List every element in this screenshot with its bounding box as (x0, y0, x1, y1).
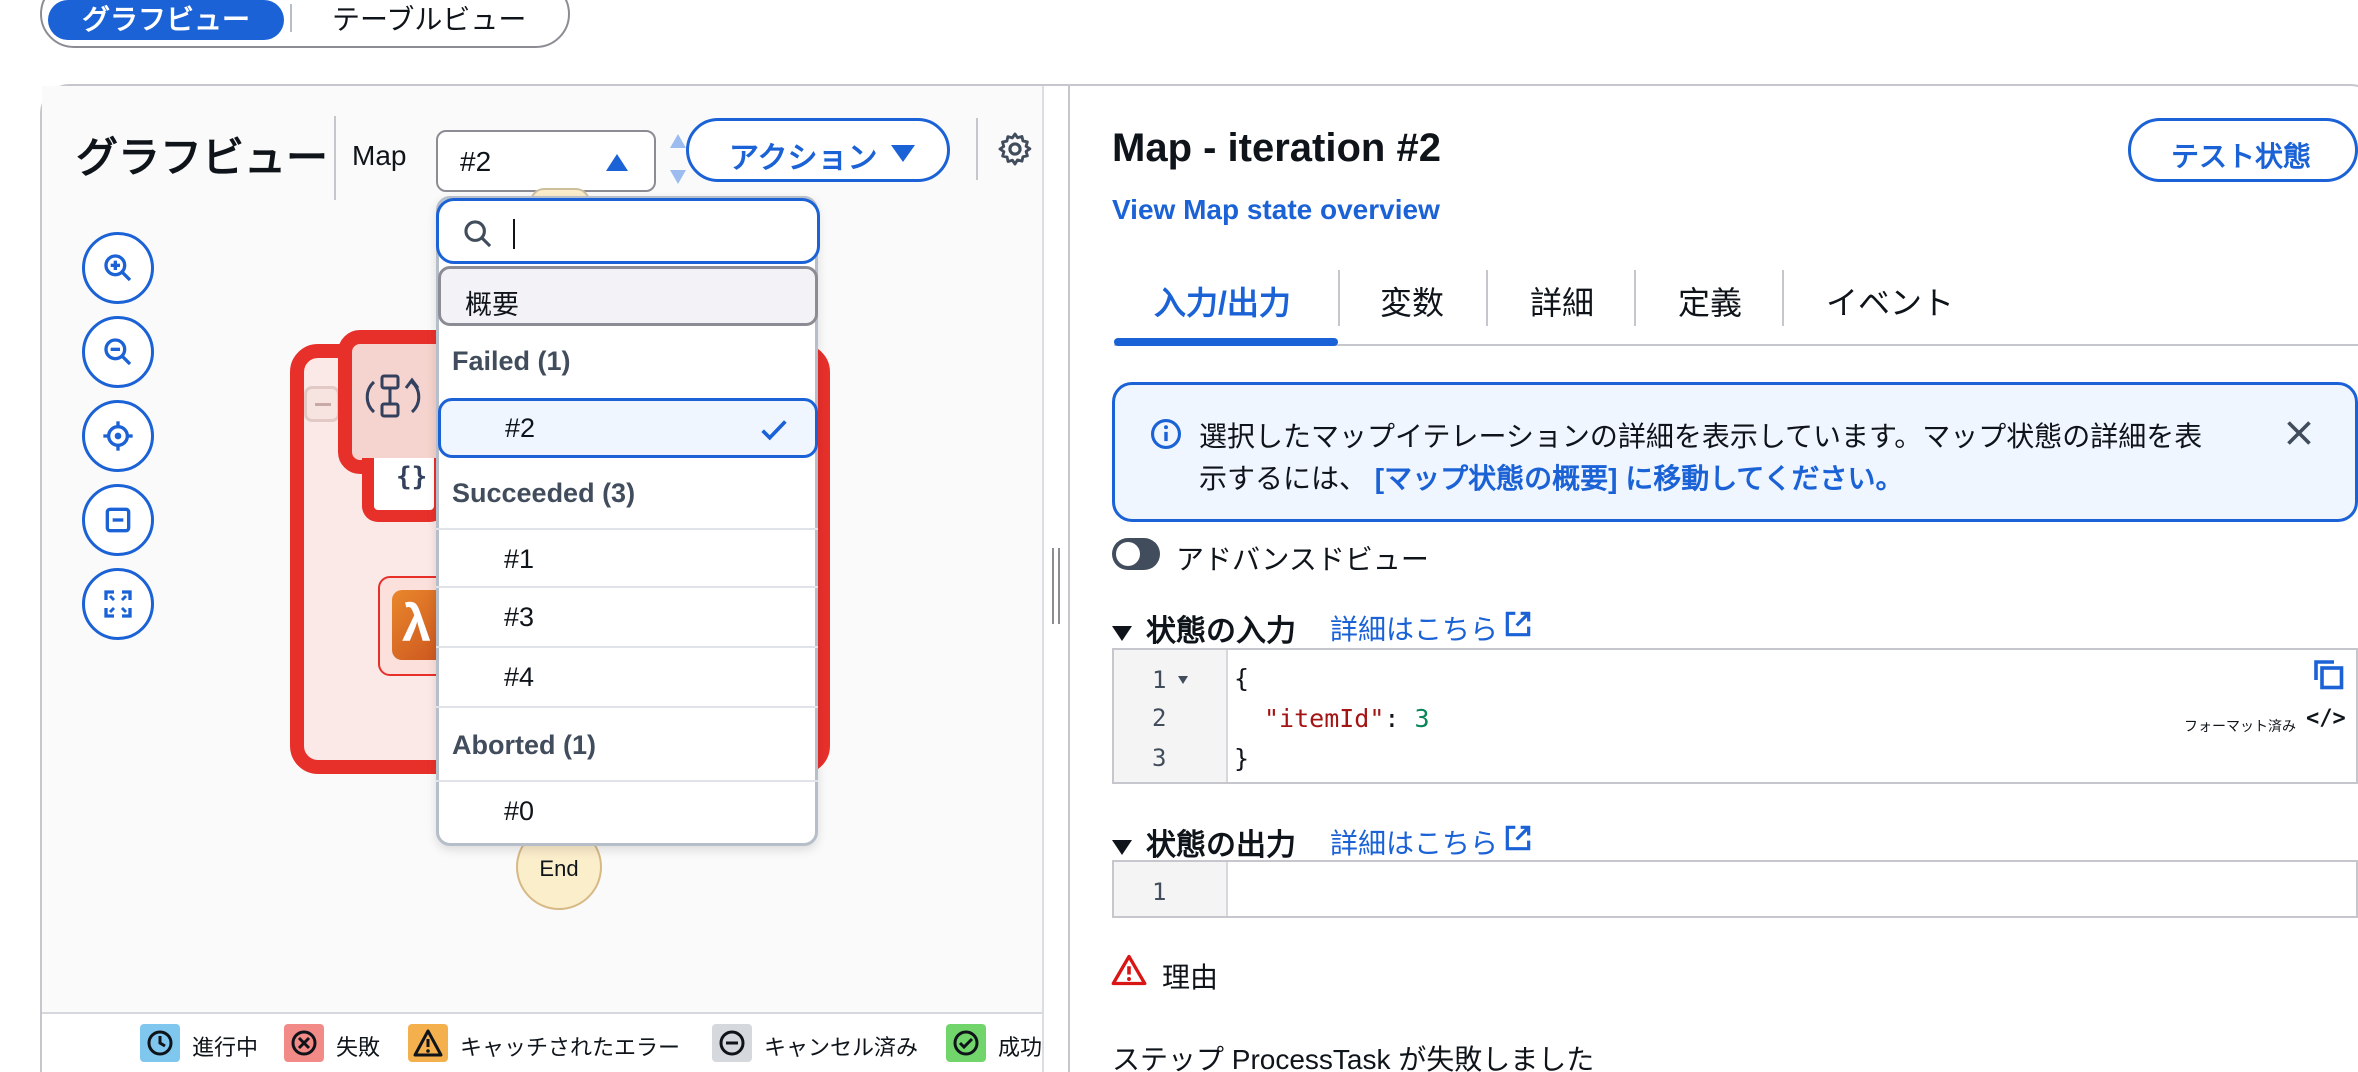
reason-label: 理由 (1162, 962, 1219, 993)
output-learn-more-link[interactable]: 詳細はこちら (1330, 822, 1498, 862)
close-icon[interactable] (2281, 415, 2317, 451)
zoom-in-icon (104, 254, 132, 282)
check-icon (761, 420, 787, 441)
info-text-line2: 示するには、 [マップ状態の概要] に移動してください。 (1199, 463, 1904, 494)
external-link-icon[interactable] (1502, 608, 1534, 640)
option-iteration-3[interactable]: #3 (436, 588, 818, 648)
stepper-down-icon[interactable] (670, 170, 686, 184)
expand-icon (104, 590, 132, 618)
group-failed: Failed (1) (452, 346, 571, 376)
dropdown-overview-option[interactable]: 概要 (438, 266, 818, 326)
crosshair-icon (103, 421, 133, 451)
zoom-out-icon (104, 338, 132, 366)
graph-title: グラフビュー (76, 134, 329, 181)
error-icon (1111, 954, 1147, 986)
map-select-value: #2 (460, 146, 492, 177)
clock-icon (140, 1024, 180, 1062)
active-tab-indicator (1114, 338, 1338, 346)
option-iteration-1[interactable]: #1 (436, 528, 818, 588)
caret-up-icon (606, 154, 628, 171)
info-text: 選択したマップイテレーションの詳細を表示しています。マップ状態の詳細を表 (1199, 421, 2203, 452)
legend-succeeded: 成功 (946, 1024, 1042, 1064)
end-label: End (539, 856, 579, 881)
tab-divider (1634, 270, 1636, 326)
map-icon (365, 374, 421, 418)
map-overview-link[interactable]: View Map state overview (1112, 194, 1440, 226)
error-message: ステップ ProcessTask が失敗しました (1112, 1044, 1595, 1072)
tab-variables[interactable]: 変数 (1380, 278, 1444, 324)
collapse-node-chip[interactable] (304, 386, 340, 422)
tab-events[interactable]: イベント (1826, 278, 1954, 324)
map-overview-inline-link[interactable]: [マップ状態の概要] に移動してください。 (1375, 463, 1904, 494)
fold-icon[interactable] (1176, 674, 1190, 686)
detail-title: Map - iteration #2 (1112, 126, 1441, 170)
copy-icon[interactable] (2310, 656, 2346, 692)
input-section-header[interactable]: 状態の入力 (1112, 606, 1296, 650)
input-learn-more-link[interactable]: 詳細はこちら (1330, 608, 1498, 648)
pass-state-node[interactable]: {} (362, 458, 446, 522)
output-section-header[interactable]: 状態の出力 (1112, 820, 1296, 864)
code-format-icon[interactable]: </> (2306, 706, 2346, 731)
warning-icon (408, 1024, 448, 1062)
check-circle-icon (946, 1024, 986, 1062)
view-toggle: グラフビュー テーブルビュー (40, 0, 570, 48)
panel-splitter[interactable] (1068, 86, 1070, 1072)
advanced-view-label: アドバンスドビュー (1176, 544, 1429, 575)
toolbar-divider (976, 118, 978, 180)
collapse-icon (105, 507, 131, 533)
caret-down-icon (1112, 625, 1132, 641)
tab-definition[interactable]: 定義 (1678, 278, 1742, 324)
text-cursor (513, 219, 515, 249)
zoom-out-button[interactable] (82, 316, 154, 388)
title-divider (334, 116, 336, 200)
fit-view-button[interactable] (82, 568, 154, 640)
graph-view-toggle[interactable]: グラフビュー (48, 0, 284, 40)
formatted-label: フォーマット済み (2184, 718, 2296, 734)
zoom-in-button[interactable] (82, 232, 154, 304)
advanced-view-toggle[interactable] (1112, 538, 1160, 570)
tab-divider (1782, 270, 1784, 326)
info-icon (1150, 418, 1182, 450)
test-state-button[interactable]: テスト状態 (2128, 118, 2358, 182)
action-button[interactable]: アクション (686, 118, 950, 182)
toggle-divider (290, 4, 292, 32)
gear-icon[interactable] (996, 130, 1034, 168)
group-succeeded: Succeeded (3) (452, 478, 636, 508)
dropdown-search-input[interactable] (436, 198, 820, 264)
caret-down-icon (1112, 839, 1132, 855)
input-code-editor[interactable]: 1 2 3 { "itemId": 3 } (1112, 648, 2358, 784)
option-iteration-2[interactable]: #2 (438, 398, 818, 458)
stepper-up-icon[interactable] (670, 134, 686, 148)
tab-divider (1338, 270, 1340, 326)
line-gutter (1114, 650, 1228, 782)
map-label: Map (352, 140, 407, 171)
external-link-icon[interactable] (1502, 822, 1534, 854)
table-view-toggle[interactable]: テーブルビュー (332, 0, 526, 40)
output-code-editor[interactable]: 1 (1112, 860, 2358, 918)
option-iteration-0[interactable]: #0 (436, 780, 818, 840)
failed-icon (284, 1024, 324, 1062)
resize-handle[interactable] (1052, 548, 1060, 624)
info-alert: 選択したマップイテレーションの詳細を表示しています。マップ状態の詳細を表 示する… (1112, 382, 2358, 522)
caret-down-icon (891, 145, 915, 162)
panel-border (1042, 86, 1044, 1072)
action-button-label: アクション (729, 142, 878, 175)
line-gutter (1114, 862, 1228, 916)
braces-icon: {} (396, 462, 428, 492)
center-button[interactable] (82, 400, 154, 472)
tab-divider (1486, 270, 1488, 326)
map-iteration-select[interactable]: #2 (436, 130, 656, 192)
tab-details[interactable]: 詳細 (1530, 278, 1594, 324)
cancelled-icon (712, 1024, 752, 1062)
search-icon (464, 220, 492, 248)
tab-input-output[interactable]: 入力/出力 (1154, 278, 1291, 324)
group-aborted: Aborted (1) (452, 730, 596, 760)
option-iteration-4[interactable]: #4 (436, 648, 818, 708)
collapse-button[interactable] (82, 484, 154, 556)
